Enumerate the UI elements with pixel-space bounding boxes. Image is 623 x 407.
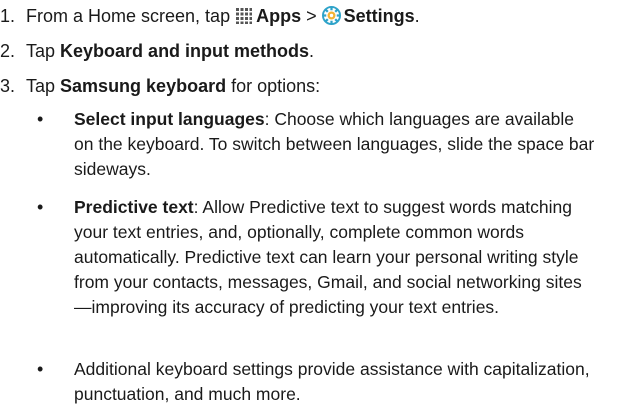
bullet-dot: •	[37, 109, 44, 129]
bullet-dot: •	[37, 359, 44, 379]
step-text: From a Home screen, tap	[26, 6, 236, 26]
bullet-text: Predictive text: Allow Predictive text t…	[74, 195, 597, 320]
settings-gear-icon	[321, 6, 341, 32]
step-2: 2. Tap Keyboard and input methods.	[0, 38, 314, 64]
bullet-title: Select input languages	[74, 109, 265, 129]
keyboard-input-methods-label: Keyboard and input methods	[60, 41, 310, 61]
samsung-keyboard-label: Samsung keyboard	[60, 76, 227, 96]
step-number: 1.	[0, 6, 16, 26]
step-3: 3. Tap Samsung keyboard for options:	[0, 73, 320, 99]
bullet-additional-settings: • Additional keyboard settings provide a…	[37, 357, 597, 407]
step-suffix: .	[309, 41, 315, 61]
bullet-text: Additional keyboard settings provide ass…	[74, 357, 597, 407]
step-number: 3.	[0, 76, 16, 96]
bullet-body: Additional keyboard settings provide ass…	[74, 359, 590, 404]
bullet-dot: •	[37, 197, 44, 217]
step-text: Tap	[26, 76, 61, 96]
bullet-title: Predictive text	[74, 197, 194, 217]
bullet-text: Select input languages: Choose which lan…	[74, 107, 597, 182]
settings-label: Settings	[343, 6, 415, 26]
step-suffix: .	[414, 6, 420, 26]
step-suffix: for options:	[226, 76, 321, 96]
step-1: 1. From a Home screen, tap Apps > Settin…	[0, 3, 420, 29]
step-text: Tap	[26, 41, 61, 61]
bullet-predictive-text: • Predictive text: Allow Predictive text…	[37, 195, 597, 320]
step-number: 2.	[0, 41, 16, 61]
apps-grid-icon	[235, 6, 253, 32]
path-separator: >	[301, 6, 322, 26]
apps-label: Apps	[256, 6, 302, 26]
bullet-select-input-languages: • Select input languages: Choose which l…	[37, 107, 597, 182]
